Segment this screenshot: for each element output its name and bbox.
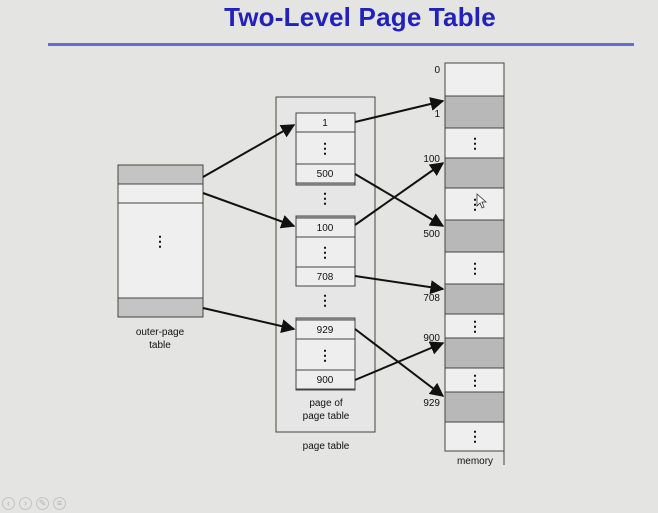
page-of-page-table-2: 100 ⋮ 708 [295, 215, 356, 287]
outer-page-caption-line2: table [149, 340, 171, 351]
memory-frame-100 [444, 157, 505, 189]
page-table-entry-label: 100 [317, 223, 334, 234]
page-table: page table 1 ⋮ 500 ⋮ 100 ⋮ 708 ⋮ 929 ⋮ 9… [275, 96, 376, 452]
memory-address: 1 [434, 109, 440, 120]
page-table-gap-ellipsis: ⋮ [318, 190, 332, 206]
page-table-entry-label: 900 [317, 375, 334, 386]
memory-address: 708 [423, 293, 440, 304]
memory-frame-1 [444, 95, 505, 129]
page-of-page-table-caption-line2: page table [303, 411, 350, 422]
page-table-entry-label: 500 [317, 169, 334, 180]
outer-entry-2 [117, 183, 204, 204]
memory-frame-500 [444, 219, 505, 253]
memory-frame-900 [444, 337, 505, 369]
page-table-ellipsis: ⋮ [318, 244, 332, 260]
memory: ⋮ ⋮ ⋮ ⋮ ⋮ ⋮ 0 1 100 500 708 900 929 memo… [423, 62, 505, 467]
memory-ellipsis: ⋮ [468, 318, 482, 334]
outer-entry-last [117, 297, 204, 318]
menu-icon[interactable]: ≡ [53, 497, 66, 510]
memory-frame-708 [444, 283, 505, 315]
slide-controls: ‹ › ✎ ≡ [2, 497, 66, 511]
outer-page-caption-line1: outer-page [136, 327, 185, 338]
page-table-gap-ellipsis: ⋮ [318, 292, 332, 308]
page-of-page-table-3: 929 ⋮ 900 [295, 317, 356, 391]
outer-entry-1 [117, 164, 204, 185]
page-of-page-table-caption-line1: page of [309, 398, 343, 409]
two-level-page-table-diagram: ⋮ outer-page table page table 1 ⋮ 500 ⋮ … [117, 62, 505, 467]
outer-page-table: ⋮ outer-page table [117, 164, 204, 351]
memory-address: 900 [423, 333, 440, 344]
page-table-ellipsis: ⋮ [318, 347, 332, 363]
memory-address: 929 [423, 398, 440, 409]
page-table-caption: page table [303, 441, 350, 452]
outer-ellipsis: ⋮ [153, 233, 167, 249]
memory-address: 500 [423, 229, 440, 240]
memory-ellipsis: ⋮ [468, 260, 482, 276]
page-table-ellipsis: ⋮ [318, 140, 332, 156]
memory-frame-929 [444, 391, 505, 423]
memory-ellipsis: ⋮ [468, 372, 482, 388]
previous-icon[interactable]: ‹ [2, 497, 15, 510]
memory-caption: memory [457, 456, 493, 467]
memory-ellipsis: ⋮ [468, 135, 482, 151]
page-table-entry-label: 929 [317, 325, 334, 336]
memory-address: 0 [434, 65, 440, 76]
memory-ellipsis: ⋮ [468, 428, 482, 444]
memory-address: 100 [423, 154, 440, 165]
page-table-entry-label: 708 [317, 272, 334, 283]
page-table-entry-label: 1 [322, 118, 328, 129]
page-of-page-table-1: 1 ⋮ 500 [295, 112, 356, 186]
next-icon[interactable]: › [19, 497, 32, 510]
pen-icon[interactable]: ✎ [36, 497, 49, 510]
